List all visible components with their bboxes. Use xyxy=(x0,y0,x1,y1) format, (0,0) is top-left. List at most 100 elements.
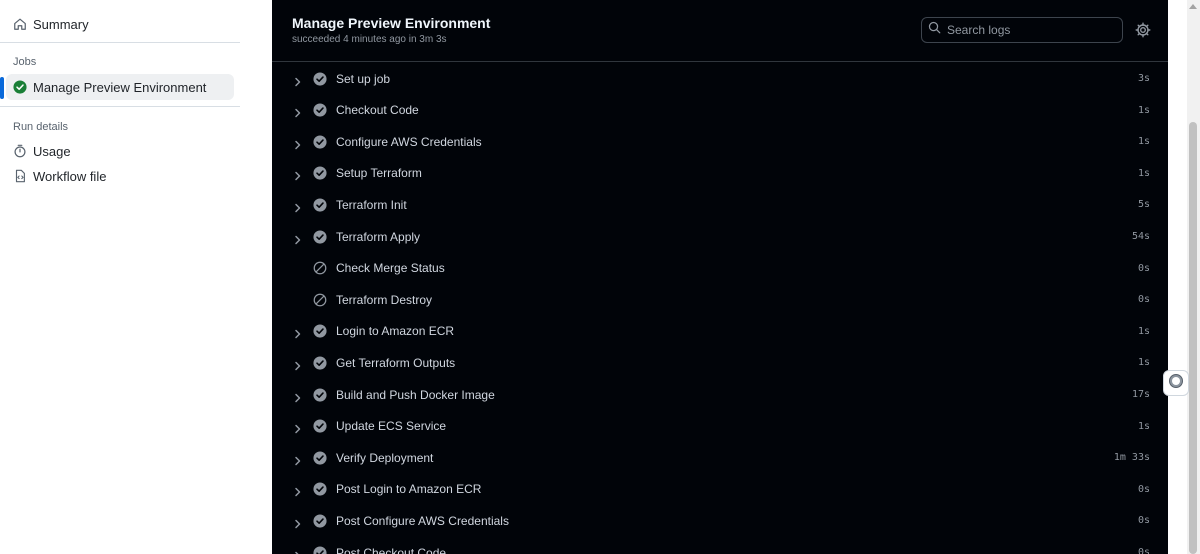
step-row[interactable]: Login to Amazon ECR 1s xyxy=(272,316,1168,347)
step-duration: 0s xyxy=(1137,547,1150,554)
job-title: Manage Preview Environment xyxy=(292,15,491,31)
active-indicator xyxy=(0,77,4,99)
check-circle-icon xyxy=(313,166,327,180)
chevron-right-icon[interactable] xyxy=(293,453,303,465)
step-name: Setup Terraform xyxy=(336,166,422,181)
sidebar-item-label: Manage Preview Environment xyxy=(33,79,207,95)
check-circle-icon xyxy=(313,229,327,244)
step-duration: 0s xyxy=(1137,483,1150,495)
step-row[interactable]: Setup Terraform 1s xyxy=(272,158,1168,189)
step-duration: 0s xyxy=(1137,262,1150,274)
step-name: Get Terraform Outputs xyxy=(336,355,456,370)
step-row[interactable]: Terraform Init 5s xyxy=(272,189,1168,220)
step-duration: 1s xyxy=(1137,325,1150,337)
step-row[interactable]: Terraform Destroy 0s xyxy=(272,284,1168,315)
home-icon xyxy=(13,17,27,31)
check-circle-icon xyxy=(13,80,27,94)
search-logs-box[interactable] xyxy=(921,17,1123,43)
stopwatch-icon xyxy=(13,144,27,158)
step-name: Update ECS Service xyxy=(336,419,447,434)
step-name: Verify Deployment xyxy=(336,450,434,465)
step-duration: 3s xyxy=(1137,73,1150,84)
check-circle-icon xyxy=(313,419,327,433)
step-row[interactable]: Check Merge Status 0s xyxy=(272,253,1168,284)
scrollbar-thumb[interactable] xyxy=(1189,122,1197,554)
gear-icon[interactable] xyxy=(1135,22,1151,38)
step-duration: 0s xyxy=(1137,294,1150,306)
step-duration: 1s xyxy=(1137,357,1150,369)
check-circle-icon xyxy=(313,198,327,212)
skipped-icon xyxy=(313,293,327,307)
chevron-right-icon[interactable] xyxy=(293,516,303,529)
sidebar-divider xyxy=(0,106,240,107)
step-name: Set up job xyxy=(336,71,391,86)
step-duration: 54s xyxy=(1131,231,1150,242)
step-name: Check Merge Status xyxy=(336,261,445,276)
check-circle-icon xyxy=(313,135,327,149)
job-status-text: succeeded 4 minutes ago in 3m 3s xyxy=(292,34,447,45)
check-circle-icon xyxy=(313,451,327,465)
check-circle-icon xyxy=(313,71,327,86)
run-details-heading: Run details xyxy=(13,121,69,133)
sidebar-item-label: Workflow file xyxy=(33,168,107,184)
step-row[interactable]: Build and Push Docker Image 17s xyxy=(272,379,1168,410)
chevron-right-icon[interactable] xyxy=(293,484,303,497)
step-row[interactable]: Post Configure AWS Credentials 0s xyxy=(272,505,1168,536)
check-circle-icon xyxy=(313,514,327,528)
job-header: Manage Preview Environment succeeded 4 m… xyxy=(272,0,1168,62)
step-name: Login to Amazon ECR xyxy=(336,324,455,339)
step-duration: 1s xyxy=(1137,104,1150,116)
step-row[interactable]: Post Login to Amazon ECR 0s xyxy=(272,474,1168,505)
sidebar-item-job[interactable]: Manage Preview Environment xyxy=(6,74,234,100)
step-row[interactable]: Checkout Code 1s xyxy=(272,95,1168,126)
step-name: Terraform Init xyxy=(336,197,407,212)
step-name: Post Configure AWS Credentials xyxy=(336,513,509,528)
step-duration: 1s xyxy=(1137,167,1150,179)
check-circle-icon xyxy=(313,356,327,370)
chevron-right-icon[interactable] xyxy=(293,326,303,339)
chevron-right-icon[interactable] xyxy=(293,390,303,402)
chevron-right-icon[interactable] xyxy=(293,421,303,434)
circle-icon xyxy=(1168,373,1184,394)
step-name: Post Login to Amazon ECR xyxy=(336,482,482,497)
step-row[interactable]: Get Terraform Outputs 1s xyxy=(272,347,1168,378)
step-row[interactable]: Verify Deployment 1m 33s xyxy=(272,442,1168,473)
check-circle-icon xyxy=(313,482,327,496)
check-circle-icon xyxy=(313,545,327,554)
sidebar-item-usage[interactable]: Usage xyxy=(6,138,234,164)
step-name: Configure AWS Credentials xyxy=(336,134,482,149)
skipped-icon xyxy=(313,261,327,275)
step-row[interactable]: Configure AWS Credentials 1s xyxy=(272,126,1168,157)
check-circle-icon xyxy=(313,324,327,338)
step-row[interactable]: Set up job 3s xyxy=(272,63,1168,94)
step-name: Build and Push Docker Image xyxy=(336,387,495,402)
chevron-right-icon[interactable] xyxy=(293,168,303,181)
step-duration: 0s xyxy=(1137,515,1150,527)
step-duration: 1m 33s xyxy=(1113,452,1150,464)
scroll-up-arrow[interactable] xyxy=(1189,4,1197,9)
search-logs-input[interactable] xyxy=(947,23,1117,37)
step-name: Checkout Code xyxy=(336,103,419,118)
sidebar-item-workflow-file[interactable]: Workflow file xyxy=(6,163,234,189)
chevron-right-icon[interactable] xyxy=(293,232,303,244)
sidebar: Summary Jobs Manage Preview Environment … xyxy=(0,0,272,554)
step-duration: 1s xyxy=(1137,420,1150,432)
chevron-right-icon[interactable] xyxy=(293,200,303,213)
chevron-right-icon[interactable] xyxy=(293,358,303,371)
step-row[interactable]: Update ECS Service 1s xyxy=(272,411,1168,442)
chevron-right-icon[interactable] xyxy=(293,137,303,149)
search-icon xyxy=(928,21,941,39)
floating-widget-button[interactable] xyxy=(1163,370,1189,396)
jobs-heading: Jobs xyxy=(13,56,37,68)
step-name: Terraform Apply xyxy=(336,229,421,244)
chevron-right-icon[interactable] xyxy=(293,74,303,86)
step-duration: 1s xyxy=(1137,136,1150,148)
file-code-icon xyxy=(13,169,27,183)
sidebar-divider xyxy=(0,42,240,43)
chevron-right-icon[interactable] xyxy=(293,105,303,118)
step-row[interactable]: Terraform Apply 54s xyxy=(272,221,1168,252)
chevron-right-icon[interactable] xyxy=(293,548,303,554)
check-circle-icon xyxy=(313,387,327,402)
sidebar-item-summary[interactable]: Summary xyxy=(6,11,234,37)
step-row[interactable]: Post Checkout Code 0s xyxy=(272,537,1168,554)
